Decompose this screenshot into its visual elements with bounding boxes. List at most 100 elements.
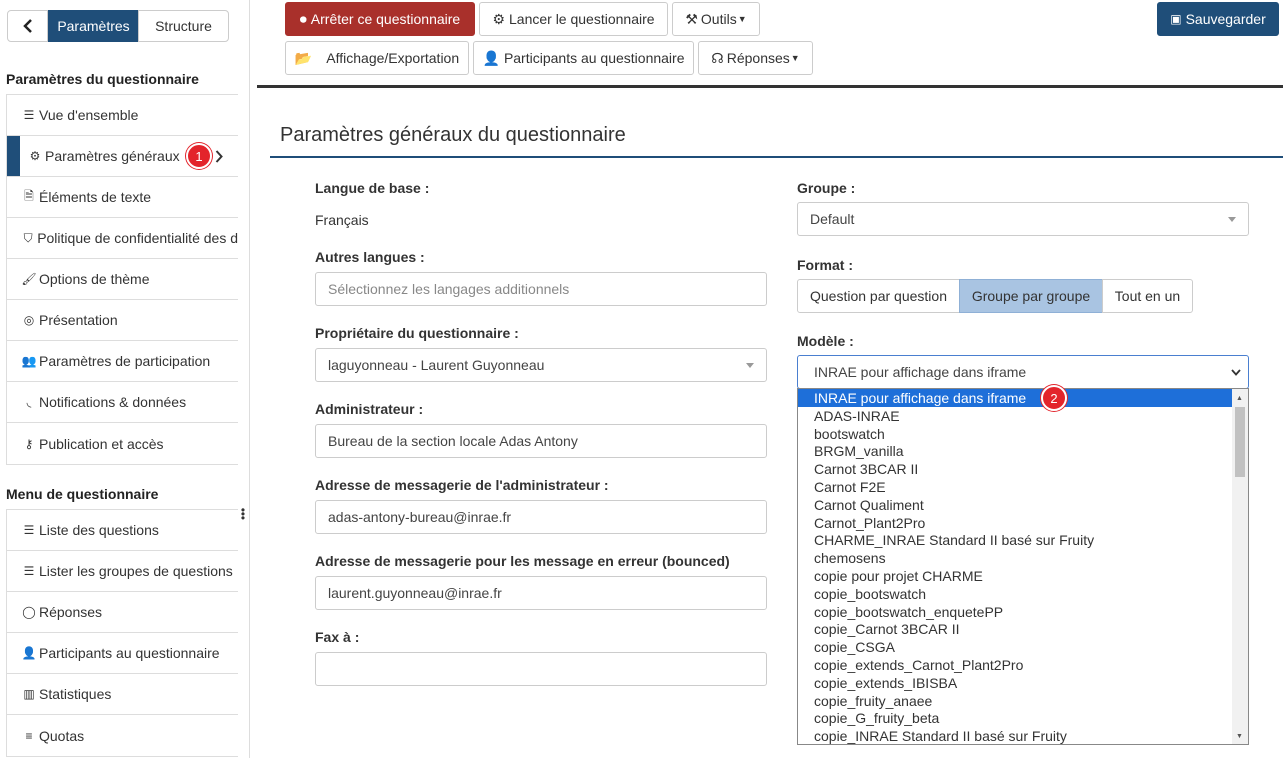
sidebar-item-quotas[interactable]: ≡ Quotas — [7, 715, 238, 756]
tools-dropdown-button[interactable]: ⚒ Outils ▼ — [672, 2, 760, 36]
template-options: INRAE pour affichage dans iframe ADAS-INR… — [798, 389, 1232, 744]
list-icon: ☰ — [23, 564, 35, 578]
sidebar-item-participation[interactable]: 👥 Paramètres de participation — [7, 341, 238, 382]
group-label: Groupe : — [797, 180, 856, 196]
template-option[interactable]: copie_CSGA — [798, 638, 1232, 656]
template-option[interactable]: copie_fruity_anaee — [798, 692, 1232, 710]
sidebar: Paramètres Structure Paramètres du quest… — [0, 0, 238, 758]
template-option[interactable]: Carnot_Plant2Pro — [798, 514, 1232, 532]
template-select[interactable]: INRAE pour affichage dans iframe — [797, 355, 1249, 389]
format-group-by-group[interactable]: Groupe par groupe — [959, 279, 1103, 313]
template-option[interactable]: CHARME_INRAE Standard II basé sur Fruity — [798, 531, 1232, 549]
template-option[interactable]: Carnot Qualiment — [798, 496, 1232, 514]
admin-email-input[interactable]: adas-antony-bureau@inrae.fr — [315, 500, 767, 534]
tools-icon: ⚒ — [685, 10, 698, 27]
key-icon: ⚷ — [24, 436, 34, 451]
sidebar-item-responses[interactable]: ◯ Réponses — [7, 592, 238, 633]
sidebar-item-general-settings[interactable]: ⚙ Paramètres généraux 1 — [7, 136, 238, 177]
administrator-input[interactable]: Bureau de la section locale Adas Antony — [315, 424, 767, 458]
sidebar-item-label: Notifications & données — [39, 394, 187, 410]
sidebar-item-overview[interactable]: ☰ Vue d'ensemble — [7, 95, 238, 136]
participants-button[interactable]: 👤 Participants au questionnaire — [473, 41, 694, 75]
caret-down-icon — [1228, 217, 1236, 222]
bars-icon: ≡ — [25, 728, 33, 743]
chevron-right-icon — [215, 150, 223, 163]
base-language-value: Français — [315, 212, 369, 228]
template-option[interactable]: copie_extends_Carnot_Plant2Pro — [798, 656, 1232, 674]
scroll-down-arrow-icon[interactable]: ▼ — [1236, 733, 1243, 740]
list-icon: ☰ — [23, 523, 35, 537]
format-question-by-question[interactable]: Question par question — [797, 279, 960, 313]
settings-menu: ☰ Vue d'ensemble ⚙ Paramètres généraux 1 🗎… — [6, 94, 238, 465]
button-label: Affichage/Exportation — [326, 50, 460, 66]
sidebar-item-participants[interactable]: 👤 Participants au questionnaire — [7, 633, 238, 674]
template-option[interactable]: copie_extends_IBISBA — [798, 674, 1232, 692]
sidebar-item-label: Participants au questionnaire — [39, 645, 220, 661]
template-option[interactable]: copie_G_fruity_beta — [798, 709, 1232, 727]
sidebar-item-label: Statistiques — [39, 686, 112, 702]
sidebar-item-statistics[interactable]: ▥ Statistiques — [7, 674, 238, 715]
sidebar-item-theme[interactable]: 🖌 Options de thème — [7, 259, 238, 300]
tab-structure[interactable]: Structure — [138, 10, 229, 42]
bounce-email-input[interactable]: laurent.guyonneau@inrae.fr — [315, 576, 767, 610]
group-value: Default — [810, 211, 855, 227]
section-title-survey-menu: Menu de questionnaire — [6, 486, 159, 502]
scroll-up-arrow-icon[interactable]: ▲ — [1236, 395, 1243, 402]
sidebar-item-label: Lister les groupes de questions — [39, 563, 233, 579]
back-button[interactable] — [7, 10, 48, 42]
button-label: Réponses — [726, 50, 790, 66]
sidebar-item-text-elements[interactable]: 🗎 Éléments de texte — [7, 177, 238, 218]
format-all-in-one[interactable]: Tout en un — [1102, 279, 1193, 313]
users-icon: 👥 — [21, 354, 37, 368]
template-option[interactable]: chemosens — [798, 549, 1232, 567]
bounce-email-label: Adresse de messagerie pour les message e… — [315, 553, 730, 569]
launch-survey-button[interactable]: ⚙ Lancer le questionnaire — [479, 2, 668, 36]
group-select[interactable]: Default — [797, 202, 1249, 236]
template-option[interactable]: Carnot 3BCAR II — [798, 460, 1232, 478]
sidebar-item-label: Réponses — [39, 604, 103, 620]
sidebar-item-question-groups[interactable]: ☰ Lister les groupes de questions — [7, 551, 238, 592]
template-option[interactable]: BRGM_vanilla — [798, 442, 1232, 460]
template-dropdown-list[interactable]: INRAE pour affichage dans iframe ADAS-INR… — [797, 388, 1249, 745]
comment-icon: ◯ — [22, 605, 36, 619]
page-title: Paramètres généraux du questionnaire — [280, 124, 626, 146]
sidebar-item-publication[interactable]: ⚷ Publication et accès — [7, 423, 238, 464]
file-text-icon: 🗎 — [24, 188, 34, 203]
template-option[interactable]: Carnot F2E — [798, 478, 1232, 496]
owner-select[interactable]: laguyonneau - Laurent Guyonneau — [315, 348, 767, 382]
divider — [249, 0, 250, 758]
button-label: Lancer le questionnaire — [509, 11, 655, 27]
button-label: Sauvegarder — [1185, 11, 1266, 27]
template-option[interactable]: copie_bootswatch_enquetePP — [798, 603, 1232, 621]
sidebar-item-questions[interactable]: ☰ Liste des questions — [7, 510, 238, 551]
template-option[interactable]: bootswatch — [798, 425, 1232, 443]
sidebar-item-label: Paramètres généraux — [45, 148, 180, 164]
template-option[interactable]: INRAE pour affichage dans iframe — [798, 389, 1232, 407]
resize-handle[interactable]: • • • — [240, 504, 246, 524]
fax-label: Fax à : — [315, 629, 360, 645]
stop-circle-icon: ⏺ — [299, 10, 307, 27]
scrollbar-thumb[interactable] — [1235, 407, 1245, 477]
fax-input[interactable] — [315, 652, 767, 686]
tab-parametres[interactable]: Paramètres — [48, 10, 139, 42]
caret-down-icon — [746, 363, 754, 368]
template-option[interactable]: copie pour projet CHARME — [798, 567, 1232, 585]
stop-survey-button[interactable]: ⏺ Arrêter ce questionnaire — [285, 2, 475, 36]
sidebar-item-presentation[interactable]: ◎ Présentation — [7, 300, 238, 341]
template-option[interactable]: copie_INRAE Standard II basé sur Fruity — [798, 727, 1232, 744]
dropdown-scrollbar[interactable]: ▲ ▼ — [1232, 389, 1248, 744]
display-export-button[interactable]: 📂 Affichage/Exportation — [285, 41, 469, 75]
sidebar-item-privacy[interactable]: ⛉ Politique de confidentialité des d — [7, 218, 238, 259]
user-icon: 👤 — [482, 49, 500, 66]
toolbar-separator — [257, 85, 1283, 88]
template-option[interactable]: copie_Carnot 3BCAR II — [798, 620, 1232, 638]
responses-dropdown-button[interactable]: ☊ Réponses ▼ — [698, 41, 813, 75]
sidebar-item-notifications[interactable]: ◟ Notifications & données — [7, 382, 238, 423]
save-button[interactable]: ▣ Sauvegarder — [1157, 2, 1279, 36]
survey-menu: ☰ Liste des questions ☰ Lister les groupes… — [6, 509, 238, 757]
template-option[interactable]: ADAS-INRAE — [798, 407, 1232, 425]
sidebar-item-label: Éléments de texte — [39, 189, 152, 205]
template-option[interactable]: copie_bootswatch — [798, 585, 1232, 603]
brush-icon: 🖌 — [21, 272, 37, 286]
other-languages-input[interactable]: Sélectionnez les langages additionnels — [315, 272, 767, 306]
